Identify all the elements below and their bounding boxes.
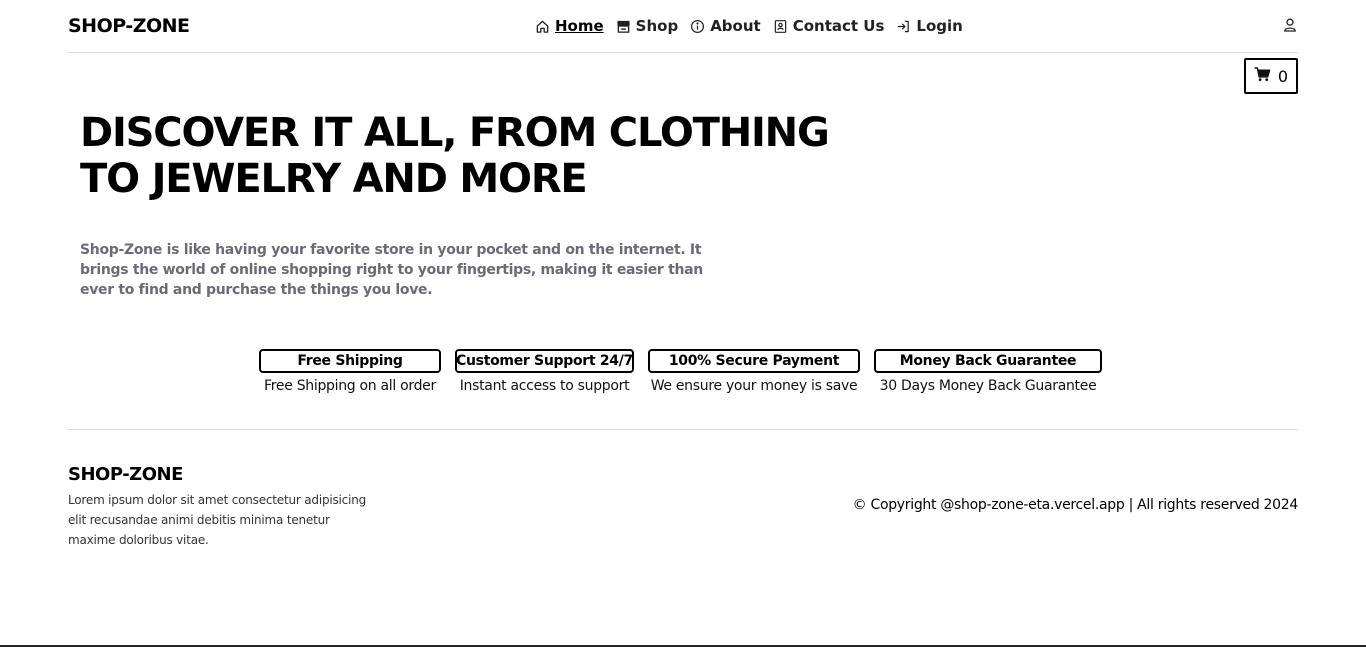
hero-title: DISCOVER IT ALL, FROM CLOTHING TO JEWELR… bbox=[80, 110, 960, 202]
user-icon[interactable] bbox=[1282, 17, 1298, 33]
home-icon bbox=[535, 19, 550, 34]
store-icon bbox=[616, 19, 631, 34]
feature-free-shipping: Free Shipping Free Shipping on all order bbox=[259, 349, 441, 395]
hero-title-line-2: TO JEWELRY AND MORE bbox=[80, 156, 588, 202]
footer-divider bbox=[68, 429, 1298, 430]
nav-home-label: Home bbox=[555, 17, 604, 35]
hero-title-line-1: DISCOVER IT ALL, FROM CLOTHING bbox=[80, 110, 830, 156]
nav-login-label: Login bbox=[916, 17, 963, 35]
nav-home[interactable]: Home bbox=[535, 17, 604, 35]
nav-shop[interactable]: Shop bbox=[616, 17, 679, 35]
cart-button[interactable]: 0 bbox=[1244, 58, 1298, 94]
nav-about-label: About bbox=[710, 17, 761, 35]
feature-description: We ensure your money is save bbox=[650, 378, 858, 394]
login-icon bbox=[896, 19, 911, 34]
cart-icon bbox=[1254, 66, 1271, 86]
nav-about[interactable]: About bbox=[690, 17, 761, 35]
nav-login[interactable]: Login bbox=[896, 17, 963, 35]
feature-secure-payment: 100% Secure Payment We ensure your money… bbox=[648, 349, 860, 395]
feature-title-button[interactable]: Money Back Guarantee bbox=[874, 349, 1102, 373]
footer-description: Lorem ipsum dolor sit amet consectetur a… bbox=[68, 493, 367, 547]
feature-description: 30 Days Money Back Guarantee bbox=[879, 378, 1097, 394]
feature-description: Free Shipping on all order bbox=[264, 378, 436, 394]
feature-title-button[interactable]: Customer Support 24/7 bbox=[455, 349, 634, 373]
site-header: SHOP-ZONE Home Shop About Contact Us Log… bbox=[68, 0, 1298, 53]
feature-title-button[interactable]: Free Shipping bbox=[259, 349, 441, 373]
brand-logo[interactable]: SHOP-ZONE bbox=[68, 14, 190, 38]
main-nav: Home Shop About Contact Us Login bbox=[535, 14, 963, 38]
feature-money-back: Money Back Guarantee 30 Days Money Back … bbox=[874, 349, 1102, 395]
footer-brand: SHOP-ZONE bbox=[68, 464, 183, 485]
feature-title-button[interactable]: 100% Secure Payment bbox=[648, 349, 860, 373]
nav-shop-label: Shop bbox=[635, 17, 679, 35]
nav-contact[interactable]: Contact Us bbox=[773, 17, 885, 35]
info-icon bbox=[690, 19, 705, 34]
copyright-text: © Copyright @shop-zone-eta.vercel.app | … bbox=[852, 497, 1299, 513]
contact-card-icon bbox=[773, 19, 788, 34]
features-row: Free Shipping Free Shipping on all order… bbox=[259, 349, 1102, 395]
nav-contact-label: Contact Us bbox=[792, 17, 885, 35]
feature-description: Instant access to support bbox=[459, 378, 630, 394]
cart-count: 0 bbox=[1277, 66, 1289, 86]
feature-customer-support: Customer Support 24/7 Instant access to … bbox=[455, 349, 634, 395]
hero-description: Shop-Zone is like having your favorite s… bbox=[80, 242, 703, 298]
